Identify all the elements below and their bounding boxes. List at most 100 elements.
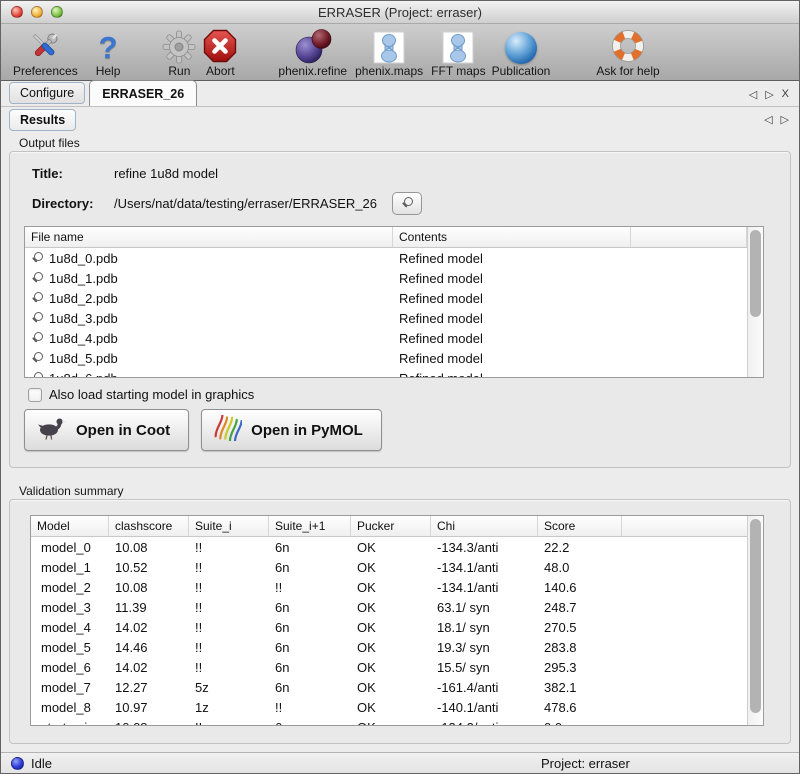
- model-row[interactable]: model_210.08!!!!OK-134.1/anti140.6: [31, 577, 747, 597]
- model-row[interactable]: model_614.02!!6nOK15.5/ syn295.3: [31, 657, 747, 677]
- column-header-suite-i[interactable]: Suite_i: [189, 516, 269, 536]
- column-header-model[interactable]: Model: [31, 516, 109, 536]
- tab-label: ERRASER_26: [102, 87, 184, 101]
- file-row[interactable]: 1u8d_3.pdbRefined model: [25, 308, 747, 328]
- toolbar-button-run[interactable]: Run: [162, 27, 196, 78]
- table-cell: model_6: [31, 660, 109, 675]
- table-cell: start_min: [31, 720, 109, 726]
- column-header-score[interactable]: Score: [538, 516, 622, 536]
- tab-results[interactable]: Results: [9, 109, 76, 131]
- tab-erraser-26[interactable]: ERRASER_26: [89, 80, 197, 106]
- file-row[interactable]: 1u8d_4.pdbRefined model: [25, 328, 747, 348]
- scrollbar-thumb[interactable]: [750, 519, 761, 713]
- column-header-clashscore[interactable]: clashscore: [109, 516, 189, 536]
- table-cell: model_4: [31, 620, 109, 635]
- table-cell: 0.0: [538, 720, 622, 726]
- tab-next-icon[interactable]: ▷: [765, 88, 773, 101]
- table-cell: OK: [351, 540, 431, 555]
- toolbar-button-ask-for-help[interactable]: Ask for help: [596, 27, 659, 78]
- column-header-contents[interactable]: Contents: [393, 227, 631, 247]
- column-header-suite-i1[interactable]: Suite_i+1: [269, 516, 351, 536]
- tab-prev-icon[interactable]: ◁: [749, 88, 757, 101]
- browse-directory-button[interactable]: [392, 192, 422, 215]
- window-controls: [11, 6, 63, 18]
- tab-prev-icon[interactable]: ◁: [764, 113, 772, 126]
- tab-next-icon[interactable]: ▷: [781, 113, 789, 126]
- table-cell: OK: [351, 580, 431, 595]
- magnifier-icon: [31, 332, 44, 345]
- model-row[interactable]: model_514.46!!6nOK19.3/ syn283.8: [31, 637, 747, 657]
- toolbar-button-abort[interactable]: Abort: [202, 27, 238, 78]
- model-row[interactable]: model_414.02!!6nOK18.1/ syn270.5: [31, 617, 747, 637]
- toolbar-button-phenix-refine[interactable]: phenix.refine: [278, 27, 347, 78]
- model-row[interactable]: model_010.08!!6nOK-134.3/anti22.2: [31, 537, 747, 557]
- model-row[interactable]: model_712.275z6nOK-161.4/anti382.1: [31, 677, 747, 697]
- file-table-header: File name Contents: [25, 227, 747, 248]
- table-cell: 10.08: [109, 540, 189, 555]
- table-cell: 1u8d_6.pdb: [25, 371, 393, 378]
- table-cell: -161.4/anti: [431, 680, 538, 695]
- toolbar-label: phenix.maps: [355, 64, 423, 78]
- table-cell: 6n: [269, 640, 351, 655]
- tools-icon: [27, 27, 63, 64]
- model-row[interactable]: start_min10.08!!6nOK-134.3/anti0.0: [31, 717, 747, 725]
- column-header-filler: [622, 516, 747, 536]
- toolbar-button-fft-maps[interactable]: FFT maps: [431, 27, 485, 78]
- toolbar-label: Ask for help: [596, 64, 659, 78]
- toolbar-button-phenix-maps[interactable]: phenix.maps: [355, 27, 423, 78]
- table-cell: 14.02: [109, 620, 189, 635]
- table-cell: 140.6: [538, 580, 622, 595]
- column-header-file-name[interactable]: File name: [25, 227, 393, 247]
- table-cell: -134.3/anti: [431, 540, 538, 555]
- column-header-empty[interactable]: [631, 227, 747, 247]
- model-row[interactable]: model_110.52!!6nOK-134.1/anti48.0: [31, 557, 747, 577]
- file-row[interactable]: 1u8d_6.pdbRefined model: [25, 368, 747, 377]
- minimize-window-button[interactable]: [31, 6, 43, 18]
- scrollbar-thumb[interactable]: [750, 230, 761, 317]
- toolbar-button-preferences[interactable]: Preferences: [13, 27, 78, 78]
- model-row[interactable]: model_810.971z!!OK-140.1/anti478.6: [31, 697, 747, 717]
- magnifier-icon: [31, 292, 44, 305]
- sub-tab-bar: Results ◁ ▷: [1, 107, 799, 132]
- tab-nav: ◁ ▷ X: [749, 88, 789, 101]
- checkbox[interactable]: [28, 388, 42, 402]
- tab-label: Results: [20, 113, 65, 127]
- vertical-scrollbar[interactable]: [747, 516, 763, 725]
- table-cell: 1u8d_5.pdb: [25, 351, 393, 366]
- column-header-chi[interactable]: Chi: [431, 516, 538, 536]
- toolbar: Preferences ? Help: [1, 24, 799, 81]
- close-window-button[interactable]: [11, 6, 23, 18]
- table-cell: OK: [351, 640, 431, 655]
- table-cell: 6n: [269, 560, 351, 575]
- file-row[interactable]: 1u8d_0.pdbRefined model: [25, 248, 747, 268]
- table-cell: -134.1/anti: [431, 560, 538, 575]
- table-cell: 1z: [189, 700, 269, 715]
- tab-close-icon[interactable]: X: [782, 88, 789, 101]
- table-cell: 382.1: [538, 680, 622, 695]
- table-cell: model_5: [31, 640, 109, 655]
- table-cell: !!: [189, 540, 269, 555]
- zoom-window-button[interactable]: [51, 6, 63, 18]
- vertical-scrollbar[interactable]: [747, 227, 763, 377]
- model-row[interactable]: model_311.39!!6nOK63.1/ syn248.7: [31, 597, 747, 617]
- coot-bird-icon: [37, 415, 67, 445]
- table-cell: model_3: [31, 600, 109, 615]
- open-in-coot-button[interactable]: Open in Coot: [24, 409, 189, 451]
- table-cell: 15.5/ syn: [431, 660, 538, 675]
- table-cell: !!: [189, 600, 269, 615]
- file-row[interactable]: 1u8d_5.pdbRefined model: [25, 348, 747, 368]
- checkbox-label: Also load starting model in graphics: [49, 387, 254, 402]
- table-cell: 11.39: [109, 600, 189, 615]
- toolbar-button-help[interactable]: ? Help: [96, 27, 121, 78]
- table-cell: 6n: [269, 540, 351, 555]
- table-cell: -140.1/anti: [431, 700, 538, 715]
- file-row[interactable]: 1u8d_2.pdbRefined model: [25, 288, 747, 308]
- open-in-pymol-button[interactable]: Open in PyMOL: [201, 409, 382, 451]
- toolbar-button-publication[interactable]: Publication: [492, 27, 551, 78]
- table-cell: OK: [351, 660, 431, 675]
- file-row[interactable]: 1u8d_1.pdbRefined model: [25, 268, 747, 288]
- project-label: Project: erraser: [541, 756, 630, 771]
- button-label: Open in Coot: [76, 422, 170, 439]
- column-header-pucker[interactable]: Pucker: [351, 516, 431, 536]
- tab-configure[interactable]: Configure: [9, 82, 85, 104]
